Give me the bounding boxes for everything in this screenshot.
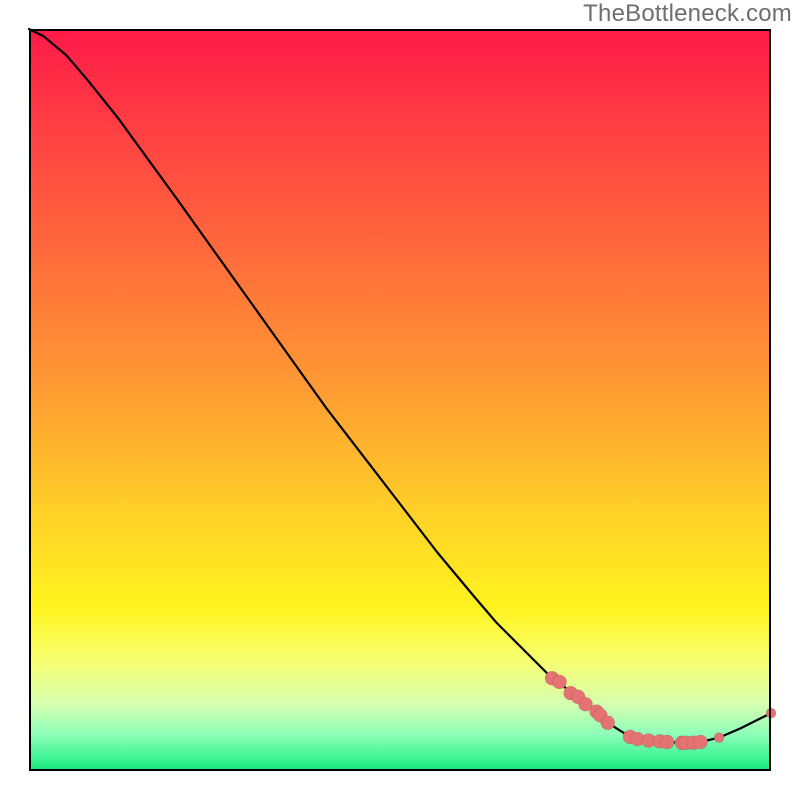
watermark-source: TheBottleneck.com bbox=[583, 0, 792, 28]
data-marker bbox=[714, 733, 724, 743]
chart-container: TheBottleneck.com bbox=[0, 0, 800, 800]
data-marker bbox=[660, 735, 674, 749]
data-marker bbox=[766, 708, 776, 718]
plot-area bbox=[29, 29, 771, 771]
plot-svg bbox=[29, 29, 771, 771]
bottleneck-curve bbox=[29, 29, 771, 743]
data-marker bbox=[694, 735, 708, 749]
data-marker bbox=[601, 716, 615, 730]
data-marker bbox=[553, 675, 567, 689]
